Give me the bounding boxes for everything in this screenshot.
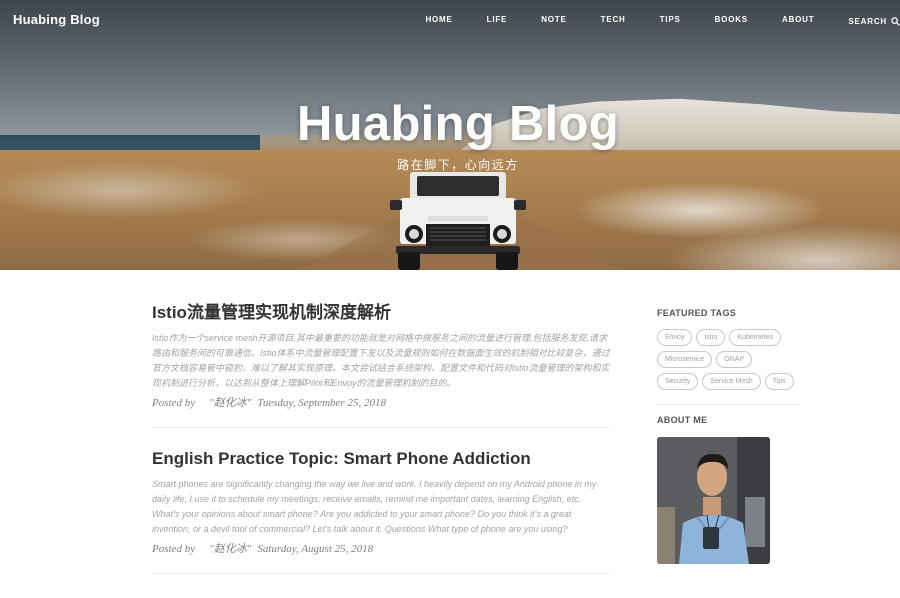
posted-by-label: Posted by xyxy=(152,543,196,555)
tag-envoy[interactable]: Envoy xyxy=(657,329,693,346)
post-meta: Posted by "赵化冰" Saturday, August 25, 2018 xyxy=(152,540,610,556)
post-excerpt[interactable]: Istio作为一个service mesh开源项目,其中最重要的功能就是对网格中… xyxy=(152,331,610,391)
hero-subtitle: 路在脚下，心向远方 xyxy=(397,158,519,172)
search-icon xyxy=(891,16,900,26)
tag-istio[interactable]: Istio xyxy=(696,329,726,346)
post-meta: Posted by "赵化冰" Tuesday, September 25, 201… xyxy=(152,394,610,410)
tag-onap[interactable]: ONAP xyxy=(716,351,753,368)
post-author: "赵化冰" xyxy=(209,397,252,409)
post-divider xyxy=(152,427,610,428)
nav-search[interactable]: SEARCH xyxy=(848,15,900,27)
nav-search-label: SEARCH xyxy=(848,16,887,26)
post-preview[interactable]: English Practice Topic: Smart Phone Addi… xyxy=(152,448,610,556)
nav-life[interactable]: LIFE xyxy=(487,15,508,27)
nav-tips[interactable]: TIPS xyxy=(660,15,681,27)
post-author: "赵化冰" xyxy=(209,543,252,555)
nav-about[interactable]: ABOUT xyxy=(782,15,814,27)
car-image xyxy=(390,172,526,270)
avatar-portrait xyxy=(657,437,770,564)
post-excerpt[interactable]: Smart phones are significantly changing … xyxy=(152,477,610,537)
brand-logo[interactable]: Huabing Blog xyxy=(13,12,100,27)
post-date: Saturday, August 25, 2018 xyxy=(257,543,374,555)
post-date: Tuesday, September 25, 2018 xyxy=(257,397,386,409)
tag-microservice[interactable]: Microservice xyxy=(657,351,713,368)
about-me-heading: ABOUT ME xyxy=(657,415,708,425)
main-nav: HOME LIFE NOTE TECH TIPS BOOKS ABOUT SEA… xyxy=(425,15,900,27)
nav-books[interactable]: BOOKS xyxy=(715,15,748,27)
nav-tech[interactable]: TECH xyxy=(601,15,626,27)
nav-note[interactable]: NOTE xyxy=(541,15,566,27)
tag-cloud: Envoy Istio Kubernetes Microservice ONAP… xyxy=(657,329,800,395)
tag-service-mesh[interactable]: Service Mesh xyxy=(702,373,761,390)
post-preview[interactable]: Istio流量管理实现机制深度解析 Istio作为一个service mesh开… xyxy=(152,302,610,410)
post-title[interactable]: English Practice Topic: Smart Phone Addi… xyxy=(152,448,610,470)
posted-by-label: Posted by xyxy=(152,397,196,409)
nav-home[interactable]: HOME xyxy=(425,15,452,27)
post-divider xyxy=(152,573,610,574)
hero-title: Huabing Blog xyxy=(296,97,620,151)
tag-kubernetes[interactable]: Kubernetes xyxy=(729,329,782,346)
hero-banner: Huabing Blog HOME LIFE NOTE TECH TIPS BO… xyxy=(0,0,900,270)
sidebar: FEATURED TAGS Envoy Istio Kubernetes Mic… xyxy=(657,308,800,564)
tag-security[interactable]: Security xyxy=(657,373,699,390)
post-title[interactable]: Istio流量管理实现机制深度解析 xyxy=(152,302,610,324)
tag-tips[interactable]: Tips xyxy=(764,373,794,390)
avatar xyxy=(657,437,770,564)
featured-tags-heading: FEATURED TAGS xyxy=(657,308,737,318)
sidebar-divider xyxy=(657,404,800,405)
